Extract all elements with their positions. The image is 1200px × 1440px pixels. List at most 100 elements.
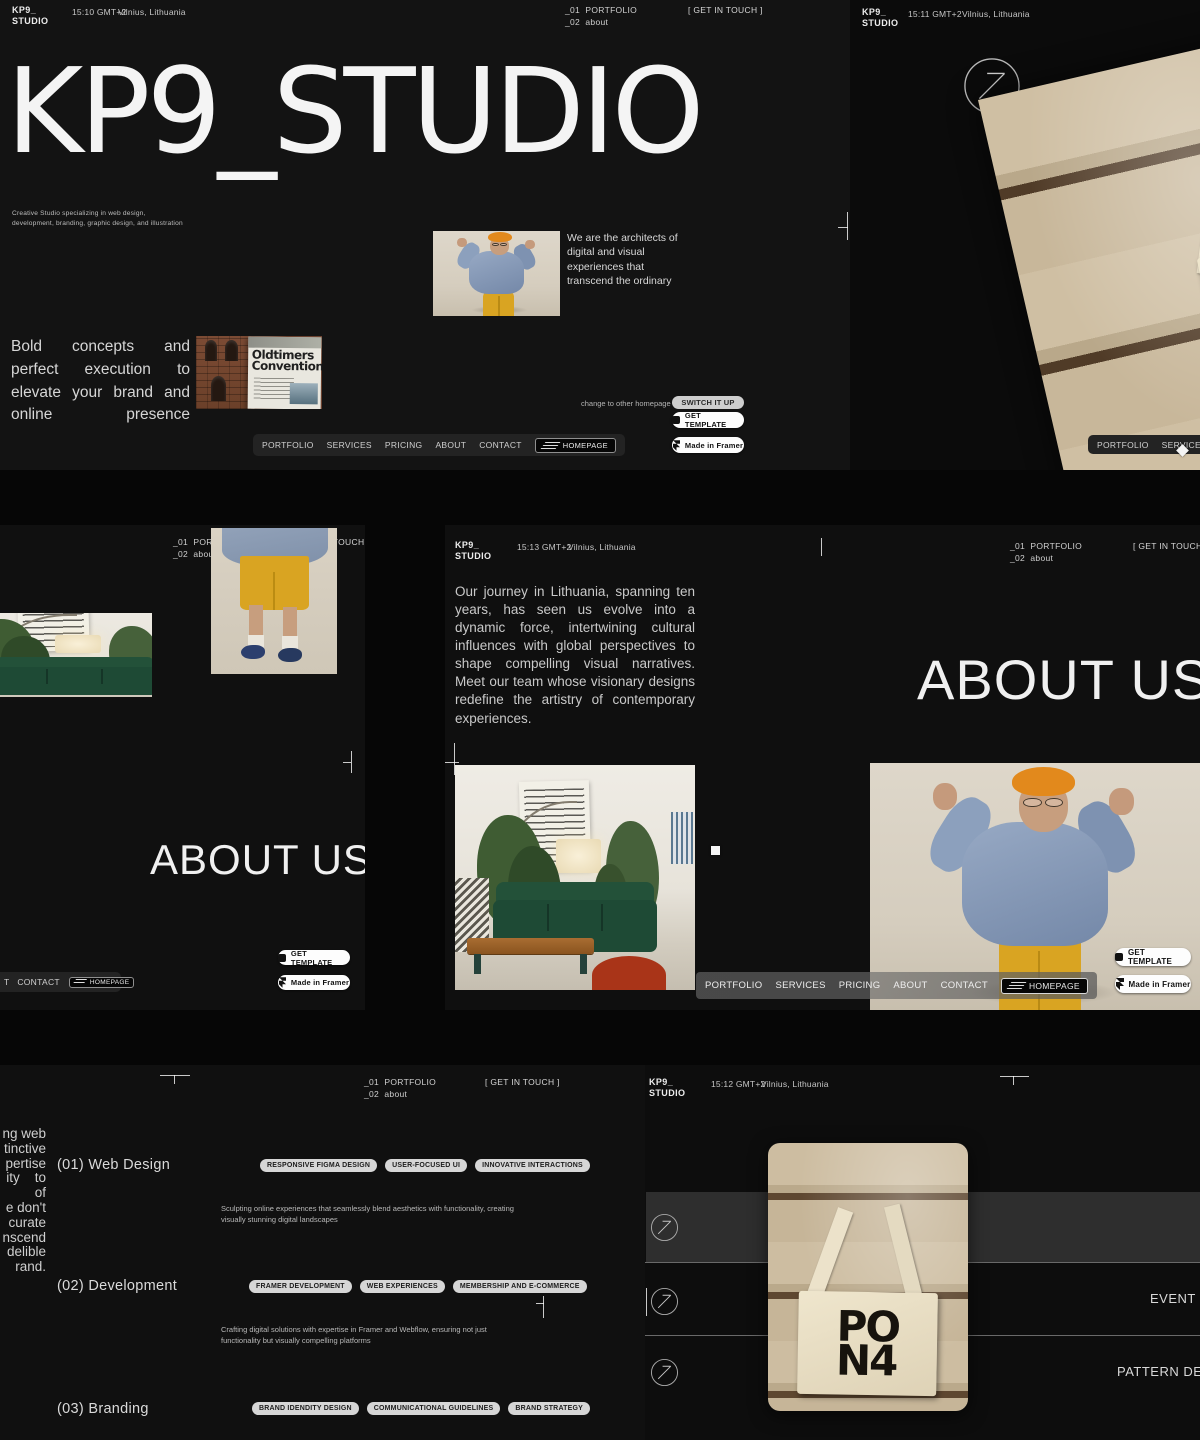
arrow-circle-icon[interactable]	[650, 1213, 679, 1242]
oldtimers-poster-photo[interactable]: Oldtimers Convention	[196, 336, 322, 409]
location-text: Vilnius, Lithuania	[118, 7, 186, 17]
nav-contact[interactable]: CONTACT	[941, 980, 988, 991]
tag-pill[interactable]: RESPONSIVE FIGMA DESIGN	[260, 1159, 377, 1172]
screenshot-collage: KP9_STUDIO 15:10 GMT+2 Vilnius, Lithuani…	[0, 0, 1200, 1440]
nav-services[interactable]: SERVICES	[775, 980, 825, 991]
logo-line2: STUDIO	[12, 16, 48, 26]
hand-left	[457, 238, 467, 247]
portfolio-row-pattern-design[interactable]: PATTERN DESIGN	[1117, 1335, 1200, 1408]
nav-contact-fragment[interactable]: T CONTACT	[4, 977, 60, 987]
tag-pill[interactable]: BRAND STRATEGY	[508, 1402, 590, 1415]
switch-it-up-button[interactable]: SWITCH IT UP	[672, 396, 744, 409]
site-logo[interactable]: KP9_STUDIO	[12, 5, 48, 27]
clog-left	[241, 645, 265, 660]
nav-portfolio[interactable]: PORTFOLIO	[705, 980, 762, 991]
menu-portfolio-link[interactable]: _01 PORTFOLIO	[1010, 541, 1082, 551]
menu-portfolio-link[interactable]: _01 PORTFOLIO	[364, 1077, 436, 1087]
menu-about-link[interactable]: _02 about	[565, 17, 608, 27]
homepage-chip[interactable]: HOMEPAGE	[1001, 978, 1088, 994]
tote-bag: PO N4	[1163, 103, 1200, 414]
nav-pricing[interactable]: PRICING	[385, 440, 423, 450]
get-in-touch-link[interactable]: [ GET IN TOUCH ]	[485, 1077, 560, 1087]
service-02-name[interactable]: (02) Development	[57, 1278, 177, 1294]
get-in-touch-link[interactable]: [ GET IN TOUCH ]	[688, 5, 763, 15]
lamp-shade	[556, 839, 602, 873]
menu-portfolio-link[interactable]: _01 PORTFOLIO	[565, 5, 637, 15]
arrow-circle-icon[interactable]	[650, 1358, 679, 1387]
service-name: Branding	[88, 1401, 148, 1417]
homepage-label: HOMEPAGE	[90, 979, 129, 986]
site-logo[interactable]: KP9_STUDIO	[649, 1077, 685, 1099]
tag-pill[interactable]: FRAMER DEVELOPMENT	[249, 1280, 352, 1293]
nav-pricing[interactable]: PRICING	[839, 980, 881, 991]
living-room-photo-crop	[0, 613, 152, 697]
convention-poster: Oldtimers Convention	[247, 336, 321, 408]
menu-about-link[interactable]: _02 about	[173, 549, 216, 559]
nav-about[interactable]: ABOUT	[893, 980, 927, 991]
menu-lines-icon	[72, 979, 87, 985]
tote-bag-project-photo[interactable]: PO N4	[768, 1143, 968, 1411]
tagline-line1: Creative Studio specializing in web desi…	[12, 210, 146, 217]
service-03-name[interactable]: (03) Branding	[57, 1401, 149, 1417]
menu-about-link[interactable]: _02 about	[364, 1089, 407, 1099]
tag-pill[interactable]: MEMBERSHIP AND E-COMMERCE	[453, 1280, 587, 1293]
window	[211, 376, 226, 401]
made-in-framer-button[interactable]: Made in Framer	[672, 437, 744, 453]
bottom-navbar: PORTFOLIO SERVICES PRICING ABOUT CONTACT…	[253, 434, 625, 456]
service-name: Web Design	[88, 1157, 170, 1173]
site-logo[interactable]: KP9_STUDIO	[862, 7, 898, 29]
logo-line1: KP9_	[862, 7, 886, 17]
tag-pill[interactable]: USER-FOCUSED UI	[385, 1159, 467, 1172]
homepage-chip[interactable]: HOMEPAGE	[535, 438, 616, 453]
crop-mark	[174, 1075, 175, 1084]
tag-pill[interactable]: WEB EXPERIENCES	[360, 1280, 445, 1293]
nav-portfolio[interactable]: PORTFOLIO	[262, 440, 314, 450]
get-template-button[interactable]: GET TEMPLATE	[672, 412, 744, 428]
nav-contact[interactable]: CONTACT	[479, 440, 522, 450]
tag-pill[interactable]: BRAND IDENDITY DESIGN	[252, 1402, 359, 1415]
service-02-desc: Crafting digital solutions with expertis…	[221, 1325, 523, 1346]
crop-mark	[1000, 1076, 1029, 1077]
poster-car-image	[290, 383, 318, 405]
service-01-name[interactable]: (01) Web Design	[57, 1157, 170, 1173]
made-in-framer-button[interactable]: Made in Framer	[1115, 975, 1191, 993]
homepage-chip[interactable]: HOMEPAGE	[69, 977, 134, 988]
arrow-circle-icon[interactable]	[650, 1287, 679, 1316]
about-title: ABOUT US	[917, 647, 1200, 712]
nav-services[interactable]: SERVICES	[327, 440, 372, 450]
person-photo-small[interactable]	[433, 231, 560, 316]
green-sofa	[0, 667, 152, 695]
get-in-touch-link[interactable]: [ GET IN TOUCH ]	[1133, 541, 1200, 551]
blue-hoodie	[962, 822, 1107, 946]
menu-about-link[interactable]: _02 about	[1010, 553, 1053, 563]
about-paragraph: Our journey in Lithuania, spanning ten y…	[455, 583, 695, 728]
window	[225, 340, 238, 360]
architects-text: We are the architects of digital and vis…	[567, 231, 685, 289]
service-01-tags: RESPONSIVE FIGMA DESIGN USER-FOCUSED UI …	[260, 1159, 590, 1172]
tag-pill[interactable]: COMMUNICATIONAL GUIDELINES	[367, 1402, 501, 1415]
homepage-label: HOMEPAGE	[563, 441, 608, 450]
made-in-framer-button[interactable]: Made in Framer	[278, 975, 350, 990]
living-room-photo	[455, 765, 695, 990]
clog-right	[278, 648, 302, 663]
get-template-button[interactable]: GET TEMPLATE	[278, 950, 350, 965]
portfolio-row-event-design[interactable]: EVENT DESIGN	[1150, 1262, 1200, 1335]
framer-icon	[1116, 978, 1124, 990]
logo-line2: STUDIO	[649, 1088, 685, 1098]
made-in-framer-label: Made in Framer	[291, 978, 349, 987]
wall-art-small	[671, 812, 693, 864]
get-template-button[interactable]: GET TEMPLATE	[1115, 948, 1191, 966]
clock-text: 15:13 GMT+2	[517, 542, 571, 552]
cut-line: of	[0, 1186, 46, 1201]
blue-hoodie	[469, 251, 525, 294]
cut-line: pertise	[0, 1157, 46, 1172]
crop-mark	[454, 743, 455, 775]
panel-homepage: KP9_STUDIO 15:10 GMT+2 Vilnius, Lithuani…	[0, 0, 850, 470]
table-leg	[474, 954, 481, 974]
template-square-icon	[672, 416, 680, 424]
tag-pill[interactable]: INNOVATIVE INTERACTIONS	[475, 1159, 590, 1172]
nav-about[interactable]: ABOUT	[435, 440, 466, 450]
nav-portfolio[interactable]: PORTFOLIO	[1097, 440, 1149, 450]
site-logo[interactable]: KP9_STUDIO	[455, 540, 491, 562]
cut-line: curate	[0, 1216, 46, 1231]
